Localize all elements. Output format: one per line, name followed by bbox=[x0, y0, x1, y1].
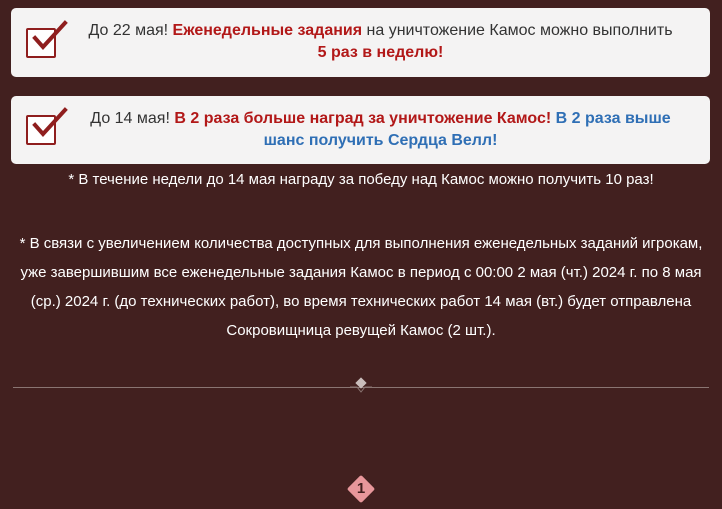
notice-highlight-red: В 2 раза больше наград за уничтожение Ка… bbox=[174, 110, 552, 127]
notice-date: До 14 мая! bbox=[90, 110, 175, 127]
notice-card-double-rewards: До 14 мая! В 2 раза больше наград за уни… bbox=[11, 96, 710, 164]
pagination-page-1[interactable]: 1 bbox=[346, 474, 376, 504]
notice-highlight: Еженедельные задания bbox=[172, 22, 363, 39]
footnote-reward-limit: * В течение недели до 14 мая награду за … bbox=[68, 171, 654, 188]
footnote-compensation: * В связи с увеличением количества досту… bbox=[19, 235, 703, 339]
notice-body: на уничтожение Камос можно выполнить bbox=[362, 22, 673, 39]
checkmark-icon bbox=[32, 107, 68, 137]
checkbox-checked-icon bbox=[26, 107, 68, 145]
page-number: 1 bbox=[356, 480, 366, 497]
checkbox-checked-icon bbox=[26, 20, 68, 58]
notice-highlight-line2: 5 раз в неделю! bbox=[317, 44, 444, 61]
notice-card-weekly-missions: До 22 мая! Еженедельные задания на уничт… bbox=[11, 8, 710, 77]
notice-text: До 14 мая! В 2 раза больше наград за уни… bbox=[71, 108, 690, 152]
checkmark-icon bbox=[32, 20, 68, 50]
notice-text: До 22 мая! Еженедельные задания на уничт… bbox=[71, 20, 690, 64]
notice-date: До 22 мая! bbox=[88, 22, 173, 39]
